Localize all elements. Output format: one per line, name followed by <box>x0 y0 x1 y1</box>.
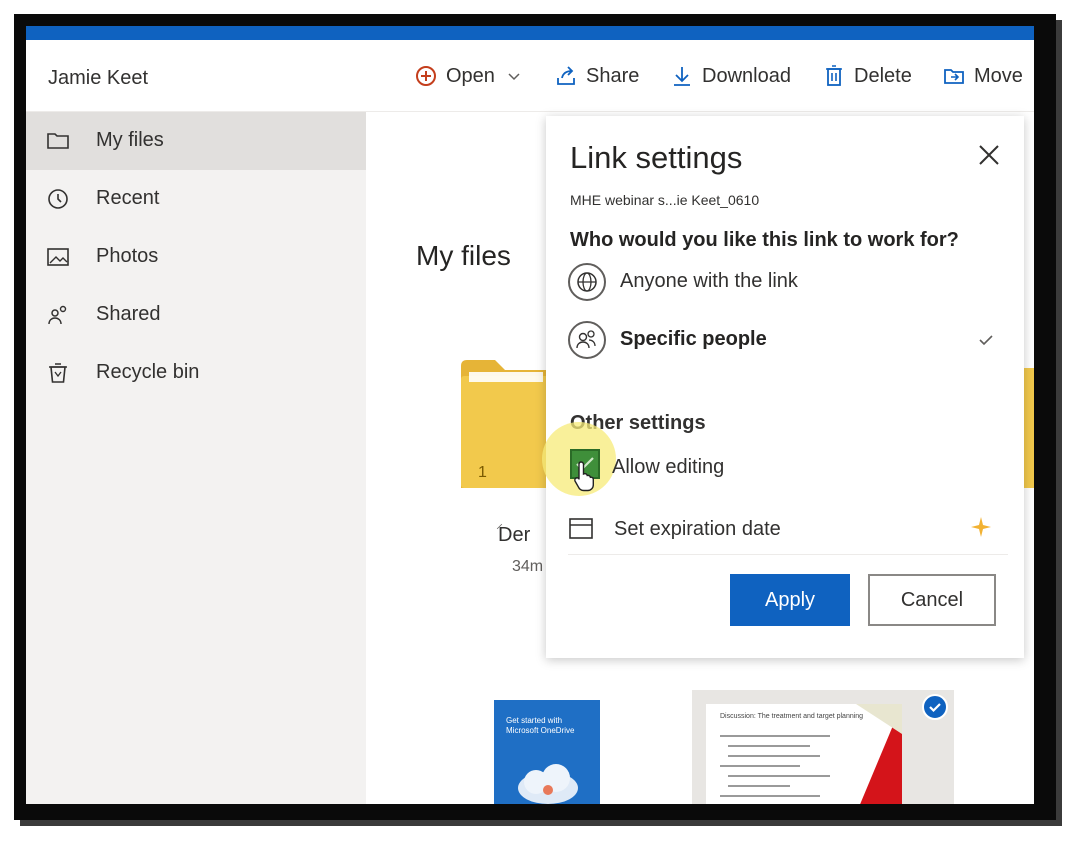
divider <box>568 554 1008 555</box>
expiration-label: Set expiration date <box>614 518 781 540</box>
share-icon <box>557 66 575 85</box>
selected-check-icon[interactable] <box>922 694 948 720</box>
thumbnail-text: Get started with Microsoft OneDrive <box>506 716 575 735</box>
sidebar-item-recycle-bin[interactable]: Recycle bin <box>26 344 366 402</box>
set-expiration-date-row[interactable]: Set expiration date <box>568 506 1008 550</box>
close-icon[interactable] <box>974 140 1004 170</box>
move-label: Move <box>974 64 1023 87</box>
page-title: My files <box>416 240 511 271</box>
red-triangle-graphic <box>856 704 902 804</box>
move-button[interactable]: Move <box>942 64 1023 88</box>
calendar-icon <box>569 518 593 539</box>
user-name: Jamie Keet <box>48 67 149 89</box>
sidebar-item-label: Recent <box>96 187 160 209</box>
folder-tile[interactable] <box>461 358 551 488</box>
sidebar-item-label: Photos <box>96 245 159 267</box>
sidebar-item-recent[interactable]: Recent <box>26 170 366 228</box>
panel-title: Link settings <box>570 140 743 175</box>
command-bar: Jamie Keet Open Share Download Delete Mo… <box>26 40 1034 112</box>
onedrive-window: Jamie Keet Open Share Download Delete Mo… <box>26 26 1034 804</box>
delete-label: Delete <box>854 64 912 87</box>
open-label: Open <box>446 64 495 87</box>
file-thumbnail-getting-started[interactable]: Get started with Microsoft OneDrive <box>494 700 600 804</box>
apply-button[interactable]: Apply <box>730 574 850 626</box>
chevron-down-icon <box>508 73 520 81</box>
download-icon <box>674 67 690 86</box>
sidebar-item-label: Shared <box>96 303 161 325</box>
app-top-bar <box>26 26 1034 40</box>
allow-editing-label[interactable]: Allow editing <box>612 456 724 479</box>
option-label: Specific people <box>620 328 767 350</box>
clock-icon <box>48 189 68 209</box>
share-button[interactable]: Share <box>554 64 639 88</box>
option-anyone-with-link[interactable]: Anyone with the link <box>568 260 1008 306</box>
move-folder-icon <box>944 69 964 84</box>
sidebar-item-shared[interactable]: Shared <box>26 286 366 344</box>
checkmark-icon <box>979 335 993 346</box>
share-label: Share <box>586 64 640 87</box>
folder-item-count: 1 <box>478 464 487 481</box>
folder-icon <box>47 133 69 149</box>
download-button[interactable]: Download <box>670 64 791 88</box>
open-icon <box>416 66 436 86</box>
option-label: Anyone with the link <box>620 270 798 292</box>
sidebar-item-my-files[interactable]: My files <box>26 112 366 170</box>
open-button[interactable]: Open <box>414 64 521 88</box>
trash-icon <box>826 65 842 86</box>
cloud-illustration <box>518 764 578 804</box>
people-icon <box>568 321 606 359</box>
people-icon <box>48 305 67 325</box>
sidebar-item-photos[interactable]: Photos <box>26 228 366 286</box>
document-lines <box>720 735 830 797</box>
globe-icon <box>568 263 606 301</box>
cancel-button[interactable]: Cancel <box>868 574 996 626</box>
sidebar-item-label: My files <box>96 129 164 151</box>
sidebar: My files Recent Photos Shared Recycle bi… <box>26 112 366 804</box>
delete-button[interactable]: Delete <box>822 64 912 88</box>
audience-question: Who would you like this link to work for… <box>570 229 959 251</box>
modified-time: 34m <box>512 558 544 575</box>
photo-icon <box>47 248 69 266</box>
file-thumbnail-document[interactable]: Discussion: The treatment and target pla… <box>692 690 954 804</box>
sidebar-item-label: Recycle bin <box>96 361 200 383</box>
file-name-subtitle: MHE webinar s...ie Keet_0610 <box>570 192 760 208</box>
link-settings-panel: Link settings MHE webinar s...ie Keet_06… <box>542 116 1024 658</box>
folder-name[interactable]: Der <box>498 524 530 547</box>
document-preview: Discussion: The treatment and target pla… <box>706 704 902 804</box>
download-label: Download <box>702 64 791 87</box>
premium-icon <box>971 517 991 537</box>
option-specific-people[interactable]: Specific people <box>568 318 1008 364</box>
hand-cursor-icon <box>574 461 594 492</box>
recycle-bin-icon <box>49 363 67 383</box>
